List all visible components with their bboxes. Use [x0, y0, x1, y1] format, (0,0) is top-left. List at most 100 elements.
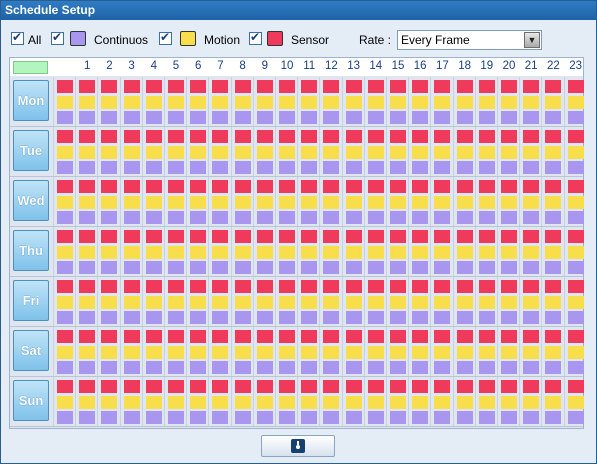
- motion-slot[interactable]: [345, 346, 362, 359]
- continuos-slot[interactable]: [190, 411, 207, 424]
- schedule-cell[interactable]: [409, 327, 431, 377]
- motion-slot[interactable]: [101, 146, 118, 159]
- motion-slot[interactable]: [501, 296, 517, 309]
- sensor-slot[interactable]: [79, 80, 96, 93]
- motion-slot[interactable]: [456, 396, 473, 409]
- continuos-slot[interactable]: [279, 311, 295, 324]
- continuos-slot[interactable]: [190, 111, 207, 124]
- schedule-cell[interactable]: [209, 227, 231, 277]
- motion-slot[interactable]: [57, 246, 73, 259]
- sensor-slot[interactable]: [168, 330, 184, 343]
- continuos-slot[interactable]: [501, 411, 517, 424]
- schedule-cell[interactable]: [498, 327, 520, 377]
- sensor-slot[interactable]: [523, 180, 540, 193]
- continuos-slot[interactable]: [212, 411, 229, 424]
- continuos-slot[interactable]: [478, 311, 495, 324]
- hour-label-15[interactable]: 15: [387, 60, 409, 72]
- motion-slot[interactable]: [501, 146, 517, 159]
- schedule-cell[interactable]: [498, 127, 520, 177]
- sensor-slot[interactable]: [123, 380, 140, 393]
- continuos-slot[interactable]: [478, 111, 495, 124]
- sensor-slot[interactable]: [390, 330, 406, 343]
- motion-slot[interactable]: [567, 346, 584, 359]
- schedule-cell[interactable]: [498, 177, 520, 227]
- motion-slot[interactable]: [256, 296, 273, 309]
- sensor-slot[interactable]: [190, 130, 207, 143]
- motion-slot[interactable]: [101, 196, 118, 209]
- motion-slot[interactable]: [567, 396, 584, 409]
- schedule-cell[interactable]: [476, 377, 498, 427]
- sensor-slot[interactable]: [567, 380, 584, 393]
- hour-label-9[interactable]: 9: [254, 60, 276, 72]
- continuos-slot[interactable]: [545, 311, 562, 324]
- sensor-slot[interactable]: [57, 180, 73, 193]
- motion-slot[interactable]: [456, 196, 473, 209]
- schedule-cell[interactable]: [232, 327, 254, 377]
- schedule-cell[interactable]: [76, 277, 98, 327]
- motion-slot[interactable]: [545, 96, 562, 109]
- continuos-slot[interactable]: [79, 411, 96, 424]
- schedule-cell[interactable]: [454, 277, 476, 327]
- continuos-slot[interactable]: [145, 411, 162, 424]
- continuos-slot[interactable]: [256, 261, 273, 274]
- sensor-slot[interactable]: [256, 230, 273, 243]
- motion-slot[interactable]: [501, 96, 517, 109]
- schedule-cell[interactable]: [387, 277, 409, 327]
- continuos-slot[interactable]: [412, 361, 429, 374]
- schedule-cell[interactable]: [209, 177, 231, 227]
- schedule-cell[interactable]: [165, 177, 187, 227]
- continuos-slot[interactable]: [367, 361, 384, 374]
- continuos-slot[interactable]: [545, 161, 562, 174]
- continuos-slot[interactable]: [456, 411, 473, 424]
- chevron-down-icon[interactable]: ▼: [524, 32, 540, 48]
- schedule-cell[interactable]: [520, 327, 542, 377]
- motion-slot[interactable]: [478, 396, 495, 409]
- sensor-slot[interactable]: [545, 230, 562, 243]
- motion-slot[interactable]: [256, 346, 273, 359]
- sensor-slot[interactable]: [323, 80, 340, 93]
- sensor-slot[interactable]: [367, 380, 384, 393]
- schedule-cell[interactable]: [143, 227, 165, 277]
- sensor-slot[interactable]: [323, 130, 340, 143]
- schedule-cell[interactable]: [431, 227, 453, 277]
- schedule-cell[interactable]: [365, 127, 387, 177]
- sensor-slot[interactable]: [168, 80, 184, 93]
- hour-label-16[interactable]: 16: [409, 60, 431, 72]
- sensor-slot[interactable]: [345, 380, 362, 393]
- continuos-slot[interactable]: [123, 111, 140, 124]
- schedule-cell[interactable]: [409, 177, 431, 227]
- continuos-checkbox[interactable]: [51, 30, 64, 45]
- sensor-slot[interactable]: [57, 130, 73, 143]
- motion-slot[interactable]: [345, 296, 362, 309]
- continuos-slot[interactable]: [456, 261, 473, 274]
- schedule-cell[interactable]: [98, 77, 120, 127]
- schedule-cell[interactable]: [98, 127, 120, 177]
- sensor-slot[interactable]: [168, 230, 184, 243]
- schedule-cell[interactable]: [454, 177, 476, 227]
- continuos-slot[interactable]: [145, 211, 162, 224]
- motion-slot[interactable]: [279, 196, 295, 209]
- continuos-slot[interactable]: [412, 111, 429, 124]
- schedule-cell[interactable]: [565, 227, 587, 277]
- motion-slot[interactable]: [123, 396, 140, 409]
- continuos-slot[interactable]: [301, 261, 318, 274]
- motion-slot[interactable]: [478, 246, 495, 259]
- sensor-slot[interactable]: [323, 180, 340, 193]
- continuos-slot[interactable]: [323, 311, 340, 324]
- continuos-slot[interactable]: [168, 261, 184, 274]
- sensor-slot[interactable]: [101, 280, 118, 293]
- continuos-slot[interactable]: [123, 211, 140, 224]
- sensor-slot[interactable]: [212, 380, 229, 393]
- continuos-slot[interactable]: [523, 311, 540, 324]
- hour-label-8[interactable]: 8: [232, 60, 254, 72]
- hour-label-6[interactable]: 6: [187, 60, 209, 72]
- schedule-cell[interactable]: [431, 277, 453, 327]
- sensor-slot[interactable]: [190, 380, 207, 393]
- hour-label-21[interactable]: 21: [520, 60, 542, 72]
- sensor-slot[interactable]: [301, 180, 318, 193]
- schedule-cell[interactable]: [320, 327, 342, 377]
- motion-slot[interactable]: [79, 146, 96, 159]
- motion-slot[interactable]: [301, 246, 318, 259]
- motion-slot[interactable]: [168, 96, 184, 109]
- motion-slot[interactable]: [212, 96, 229, 109]
